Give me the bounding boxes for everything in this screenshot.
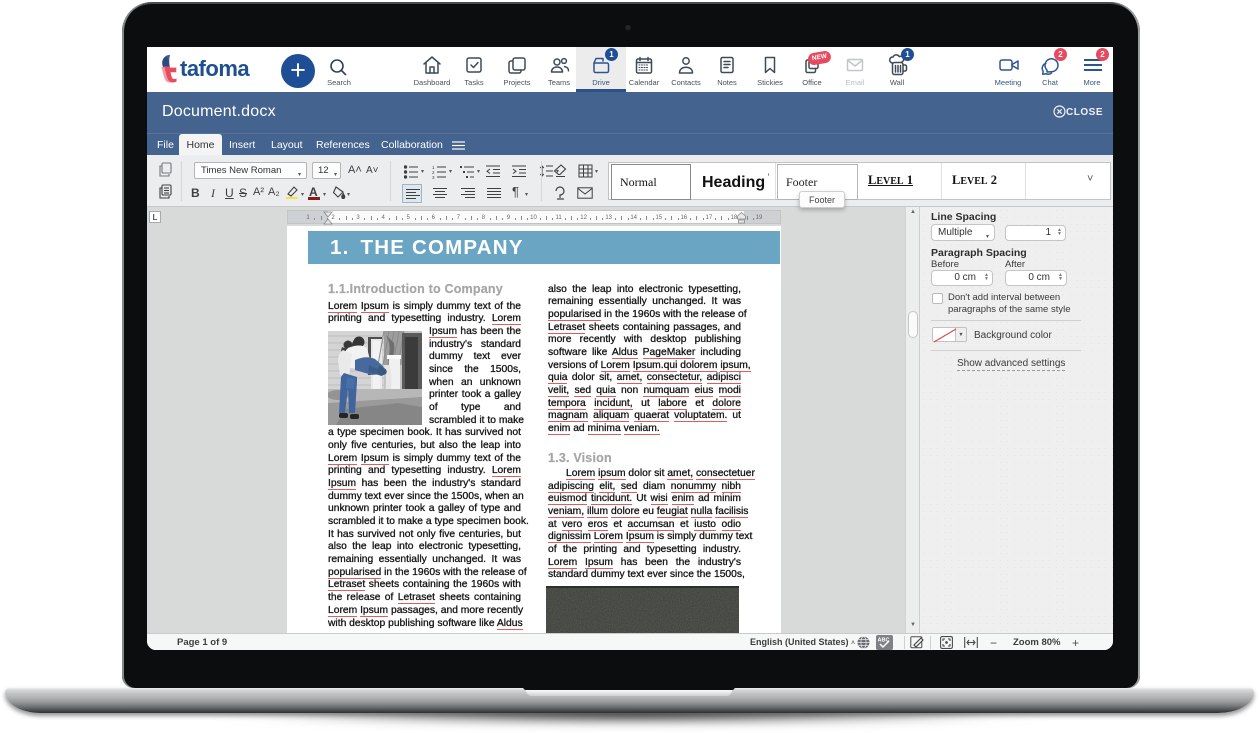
svg-text:3: 3 [432,175,435,179]
